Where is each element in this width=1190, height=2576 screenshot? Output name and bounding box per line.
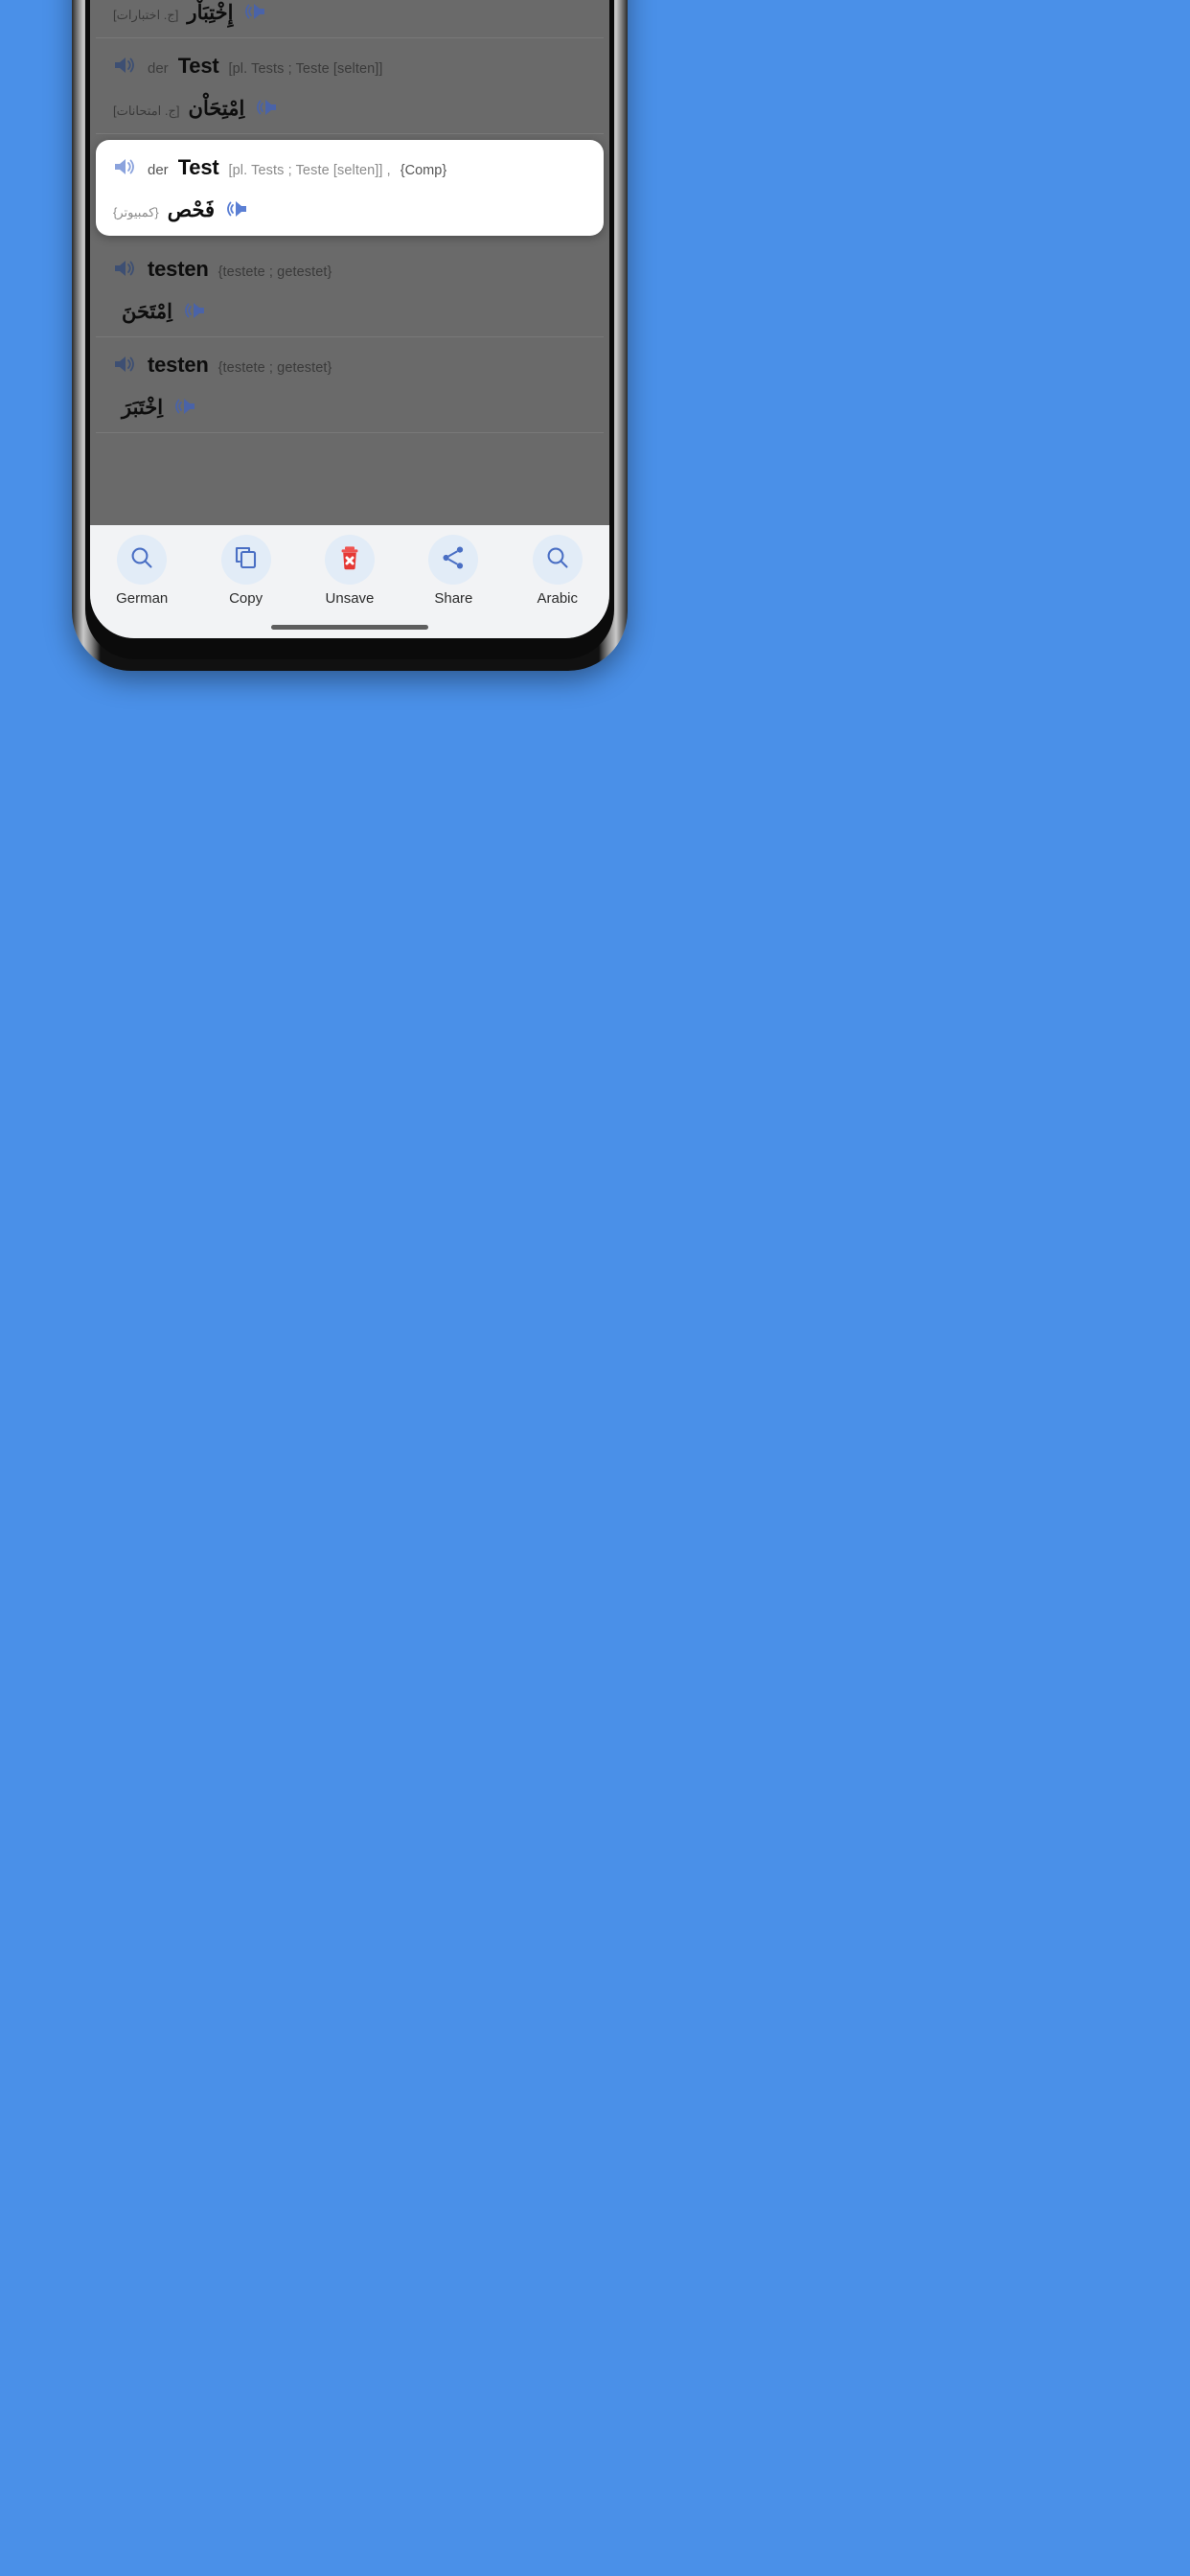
german-row: der Test [pl. Tests ; Teste [selten]] , … [113,153,586,180]
action-label: German [116,590,169,607]
arabic-word: اِمْتِحَاْن [188,98,245,120]
german-row: testen {testete ; getestet} [113,351,586,378]
action-icon-bg [532,535,583,585]
search-icon [128,544,155,576]
action-arabic-search[interactable]: Arabic [510,535,606,607]
german-meta: {testete ; getestet} [217,264,332,280]
result-card-selected[interactable]: der Test [pl. Tests ; Teste [selten]] , … [96,140,604,236]
result-card[interactable]: der Test [pl. Tests ; Teste [selten]] [96,0,604,38]
arabic-word: اِمْتَحَنَ [122,301,172,323]
action-icon-bg [428,535,479,585]
german-word: testen [148,353,209,377]
speaker-icon[interactable] [172,396,196,417]
german-word: testen [148,257,209,281]
speaker-icon[interactable] [241,1,266,22]
speaker-icon[interactable] [113,55,138,76]
home-indicator[interactable] [271,625,428,630]
action-label: Share [434,590,473,607]
phone-bezel: der Test [pl. Tests ; Teste [selten]] [85,0,614,659]
arabic-row: اِمْتِحَاْن [ج. امتحانات] [113,94,586,121]
action-label: Arabic [537,590,579,607]
action-label: Unsave [325,590,375,607]
arabic-row: فَحْص {كمبيوتر} [113,196,586,222]
german-meta: [pl. Tests ; Teste [selten]] [228,61,383,77]
action-unsave[interactable]: Unsave [302,535,398,607]
german-word: Test [177,54,219,78]
action-label: Copy [229,590,263,607]
action-share[interactable]: Share [405,535,501,607]
search-icon [544,544,571,576]
action-toolbar: German Copy Unsave Share Arabic [90,525,609,638]
action-icon-bg [117,535,168,585]
speaker-icon[interactable] [113,258,138,279]
german-article: der [148,60,169,77]
speaker-icon[interactable] [223,198,248,219]
arabic-meta: [ج. اختبارات] [113,8,179,22]
phone-device-frame: der Test [pl. Tests ; Teste [selten]] [72,0,628,671]
german-article: der [148,162,169,178]
arabic-word: اِخْتَبَرَ [122,397,164,419]
action-icon-bg [324,535,375,585]
german-word: Test [177,155,219,179]
arabic-row: إِخْتِبَاْر [ج. اختبارات] [113,0,586,25]
german-row: der Test [pl. Tests ; Teste [selten]] [113,52,586,79]
speaker-icon[interactable] [113,156,138,177]
arabic-row: اِمْتَحَنَ [113,297,586,324]
share-icon [440,544,467,576]
arabic-word: إِخْتِبَاْر [187,2,234,24]
arabic-meta: [ج. امتحانات] [113,104,180,118]
german-row: testen {testete ; getestet} [113,255,586,282]
arabic-meta: {كمبيوتر} [113,205,159,219]
dictionary-results-list[interactable]: der Test [pl. Tests ; Teste [selten]] [90,0,609,525]
action-icon-bg [220,535,271,585]
action-german-search[interactable]: German [94,535,190,607]
arabic-word: فَحْص [167,199,216,221]
action-copy[interactable]: Copy [198,535,294,607]
result-card[interactable]: testen {testete ; getestet} [96,337,604,433]
german-meta: [pl. Tests ; Teste [selten]] , [228,163,391,178]
copy-icon [233,544,260,576]
arabic-row: اِخْتَبَرَ [113,393,586,420]
german-comp-tag: {Comp} [400,163,447,178]
result-card[interactable]: testen {testete ; getestet} [96,242,604,337]
speaker-icon[interactable] [113,354,138,375]
result-card[interactable]: der Test [pl. Tests ; Teste [selten]] [96,38,604,134]
delete-trash-icon [336,544,363,576]
speaker-icon[interactable] [253,97,278,118]
german-meta: {testete ; getestet} [217,360,332,376]
phone-screen: der Test [pl. Tests ; Teste [selten]] [90,0,609,638]
speaker-icon[interactable] [181,300,206,321]
